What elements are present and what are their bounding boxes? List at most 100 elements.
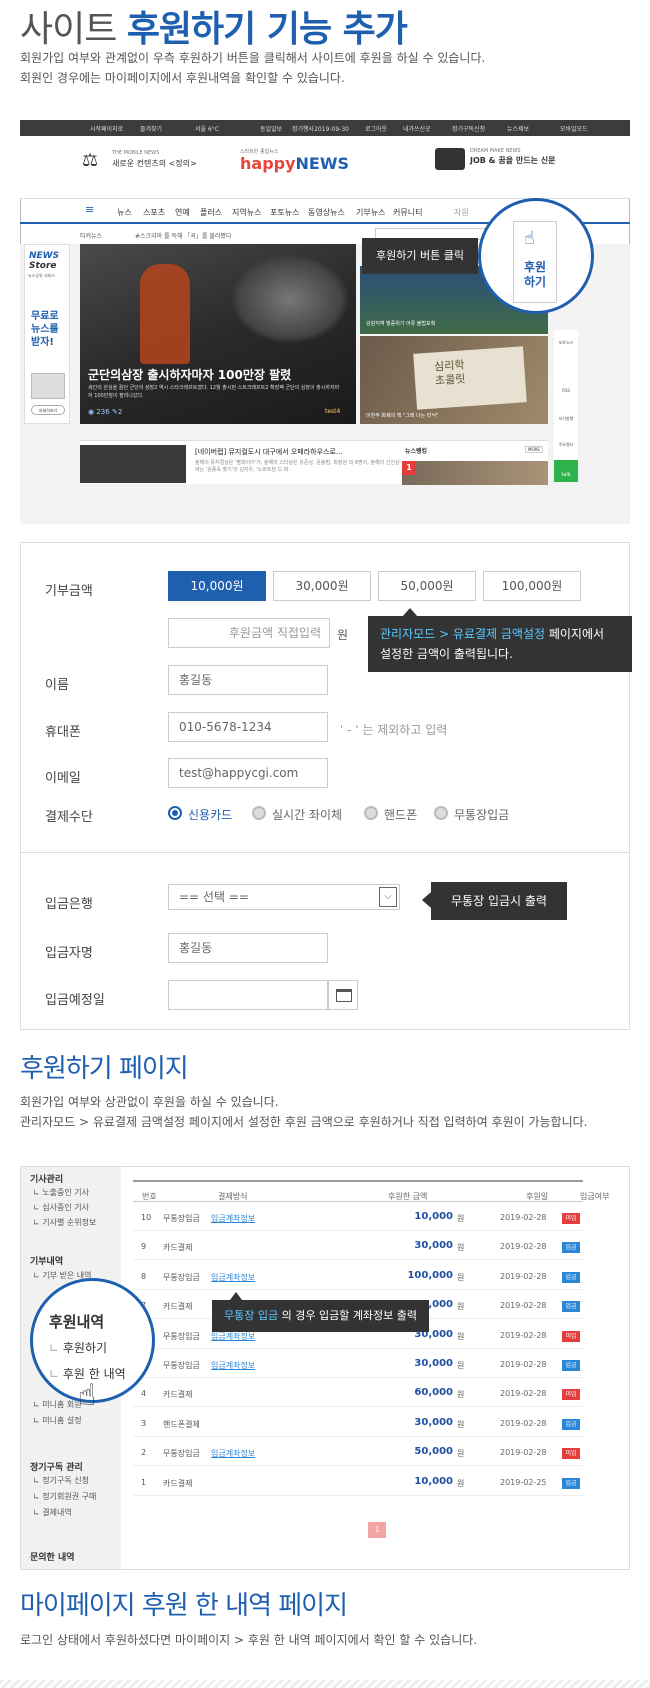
depositor-label: 입금자명 bbox=[45, 946, 93, 961]
radio-transfer-label[interactable]: 실시간 좌이체 bbox=[272, 806, 342, 823]
depositor-input[interactable]: 홍길동 bbox=[168, 933, 328, 963]
radio-bank-label[interactable]: 무통장입금 bbox=[454, 806, 509, 823]
circle-item-donate[interactable]: ∟ 후원하기 bbox=[49, 1339, 107, 1356]
thumb-title: 강원지역 별증위기 어류 불법포획 bbox=[366, 321, 436, 327]
account-info-link[interactable]: 입금계좌정보 bbox=[211, 1360, 255, 1371]
ticker-text[interactable]: #스크리마 를 득해 「곡」를 불러봤다 bbox=[135, 231, 231, 240]
gnb-item[interactable]: 기부뉴스 bbox=[356, 207, 385, 218]
gnb-item[interactable]: 동영상뉴스 bbox=[308, 207, 345, 218]
site-topbar: 시작페이지로 즐겨찾기 서울 6°C 동일일보 정기행사2019-09-30 로… bbox=[20, 120, 630, 136]
row-no: 10 bbox=[141, 1213, 152, 1222]
phone-hint: ' - ' 는 제외하고 입력 bbox=[340, 723, 448, 737]
store-free-line: 무료로 bbox=[31, 311, 59, 322]
amount-30000-button[interactable]: 30,000원 bbox=[273, 571, 371, 601]
side-group[interactable]: 기부내역 bbox=[30, 1254, 63, 1267]
amount-50000-button[interactable]: 50,000원 bbox=[378, 571, 476, 601]
amount-100000-button[interactable]: 100,000원 bbox=[483, 571, 581, 601]
brand-small: THE MOBILE NEWS bbox=[112, 150, 160, 156]
bottom-news: [네이버랩] 뮤지컬도시 대구에서 오페라하우스로... 올해의 뮤지컬상은 '… bbox=[80, 440, 548, 485]
side-item[interactable]: ∟ 정기회원권 구매 bbox=[33, 1491, 96, 1502]
main-news-image[interactable]: 군단의삼장 출시하자마자 100만장 팔렸 세간의 관심을 끌던 군단의 삼장2… bbox=[80, 244, 356, 424]
chevron-down-icon[interactable]: ⌵ bbox=[379, 887, 397, 907]
quick-photo[interactable]: 포토뉴스 bbox=[556, 340, 576, 346]
topbar-item[interactable]: 모바일모드 bbox=[560, 124, 588, 133]
main-news-title[interactable]: 군단의삼장 출시하자마자 100만장 팔렸 bbox=[88, 366, 291, 383]
row-won: 원 bbox=[457, 1243, 465, 1253]
gnb-item[interactable]: 스포츠 bbox=[143, 207, 165, 218]
side-item[interactable]: ∟ 결제내역 bbox=[33, 1507, 72, 1518]
email-input[interactable]: test@happycgi.com bbox=[168, 758, 328, 788]
logo-part: happy bbox=[240, 154, 296, 173]
gnb-item[interactable]: 지역뉴스 bbox=[232, 207, 261, 218]
row-amount: 50,000 bbox=[414, 1446, 453, 1458]
topbar-item[interactable]: 정기구독신청 bbox=[452, 124, 485, 133]
quick-rss[interactable]: RSS bbox=[556, 388, 576, 393]
news-store-banner[interactable]: NEWS Store 뉴스공유 서비스 무료로 뉴스를 받자! 자세히보기 bbox=[24, 244, 70, 424]
phone-label: 휴대폰 bbox=[45, 725, 81, 740]
deposit-date-input[interactable] bbox=[168, 980, 328, 1010]
topbar-item[interactable]: 뉴스제보 bbox=[507, 124, 529, 133]
side-group[interactable]: 문의한 내역 bbox=[30, 1550, 75, 1563]
more-button[interactable]: MORE bbox=[525, 446, 543, 453]
site-logo[interactable]: happyNEWS bbox=[240, 154, 349, 173]
mypage-section-desc: 로그인 상태에서 후원하셨다면 마이페이지 > 후원 한 내역 페이지에서 확인… bbox=[20, 1633, 478, 1647]
bottom-thumb[interactable] bbox=[80, 445, 186, 483]
phone-input[interactable]: 010-5678-1234 bbox=[168, 712, 328, 742]
bottom-news-title[interactable]: [네이버랩] 뮤지컬도시 대구에서 오페라하우스로... bbox=[195, 447, 343, 457]
side-item[interactable]: ∟ 미니홈 설정 bbox=[33, 1415, 82, 1426]
gnb-item[interactable]: 연예 bbox=[175, 207, 190, 218]
radio-phone-label[interactable]: 핸드폰 bbox=[384, 806, 417, 823]
radio-bank[interactable] bbox=[434, 806, 448, 820]
row-won: 원 bbox=[457, 1361, 465, 1370]
side-item[interactable]: ∟ 심사중인 기사 bbox=[33, 1202, 89, 1213]
topbar-item[interactable]: 로그아웃 bbox=[365, 124, 387, 133]
store-detail-button[interactable]: 자세히보기 bbox=[31, 405, 65, 415]
radio-phone[interactable] bbox=[364, 806, 378, 820]
rank-thumb[interactable] bbox=[402, 461, 548, 485]
donate-float-button[interactable]: ☝ 후원 하기 bbox=[513, 221, 557, 303]
table-row: 2 무통장입금 입금계좌정보 50,000 원 2019-02-28 미입 bbox=[133, 1437, 583, 1467]
side-group[interactable]: 정기구독 관리 bbox=[30, 1460, 83, 1473]
radio-credit[interactable] bbox=[168, 806, 182, 820]
side-group[interactable]: 기사관리 bbox=[30, 1172, 63, 1185]
account-info-link[interactable]: 입금계좌정보 bbox=[211, 1331, 255, 1342]
account-info-link[interactable]: 입금계좌정보 bbox=[211, 1213, 255, 1224]
zoom-circle: ☝ 후원 하기 bbox=[478, 198, 594, 314]
radio-transfer[interactable] bbox=[252, 806, 266, 820]
row-date: 2019-02-28 bbox=[500, 1271, 547, 1281]
account-info-link[interactable]: 입금계좌정보 bbox=[211, 1448, 255, 1459]
topbar-item[interactable]: 즐겨찾기 bbox=[140, 124, 162, 133]
gnb-item[interactable]: 포토뉴스 bbox=[270, 207, 299, 218]
quick-knowledge[interactable]: 지식발행 bbox=[554, 416, 578, 422]
float-line: 후원 bbox=[523, 260, 547, 274]
radio-credit-label[interactable]: 신용카드 bbox=[188, 806, 232, 823]
pay-method-label: 결제수단 bbox=[45, 810, 93, 825]
ticker-label: 티커뉴스 bbox=[80, 233, 103, 240]
thumb-news-2[interactable]: 심리학 초콜릿 이번주 화제의 책 "그레 나는 터닉" bbox=[360, 336, 548, 424]
bank-select[interactable]: == 선택 == ⌵ bbox=[168, 884, 400, 910]
stat-views: 236 bbox=[96, 408, 110, 416]
topbar-item[interactable]: 내가쓰신곳 bbox=[403, 124, 431, 133]
calendar-icon[interactable] bbox=[328, 980, 358, 1010]
row-amount: 10,000 bbox=[414, 1475, 453, 1487]
menu-icon[interactable]: ≡ bbox=[85, 203, 94, 216]
row-method: 무통장입금 bbox=[163, 1449, 200, 1459]
talk-button[interactable]: talk bbox=[554, 460, 578, 482]
gnb-item[interactable]: 플러스 bbox=[200, 207, 222, 218]
side-item[interactable]: ∟ 기사별 순위정보 bbox=[33, 1217, 96, 1228]
table-row: 4 카드결제 60,000 원 2019-02-28 미입 bbox=[133, 1378, 583, 1408]
amount-10000-button[interactable]: 10,000원 bbox=[168, 571, 266, 601]
row-won: 원 bbox=[457, 1449, 465, 1459]
pagination-current[interactable]: 1 bbox=[368, 1522, 386, 1538]
account-info-link[interactable]: 입금계좌정보 bbox=[211, 1272, 255, 1283]
side-item[interactable]: ∟ 정기구독 신청 bbox=[33, 1475, 89, 1486]
gnb-item[interactable]: 자원 bbox=[454, 207, 469, 218]
gnb-item[interactable]: 커뮤니티 bbox=[393, 207, 422, 218]
name-input[interactable]: 홍길동 bbox=[168, 665, 328, 695]
gnb-item[interactable]: 뉴스 bbox=[117, 207, 132, 218]
side-item[interactable]: ∟ 노출중인 기사 bbox=[33, 1187, 89, 1198]
side-item[interactable]: ∟ 미니홈 회원 bbox=[33, 1399, 82, 1410]
quick-event[interactable]: 주요행사 bbox=[554, 442, 578, 448]
topbar-item[interactable]: 시작페이지로 bbox=[90, 124, 123, 133]
direct-amount-input[interactable]: 후원금액 직접입력 bbox=[168, 618, 330, 648]
